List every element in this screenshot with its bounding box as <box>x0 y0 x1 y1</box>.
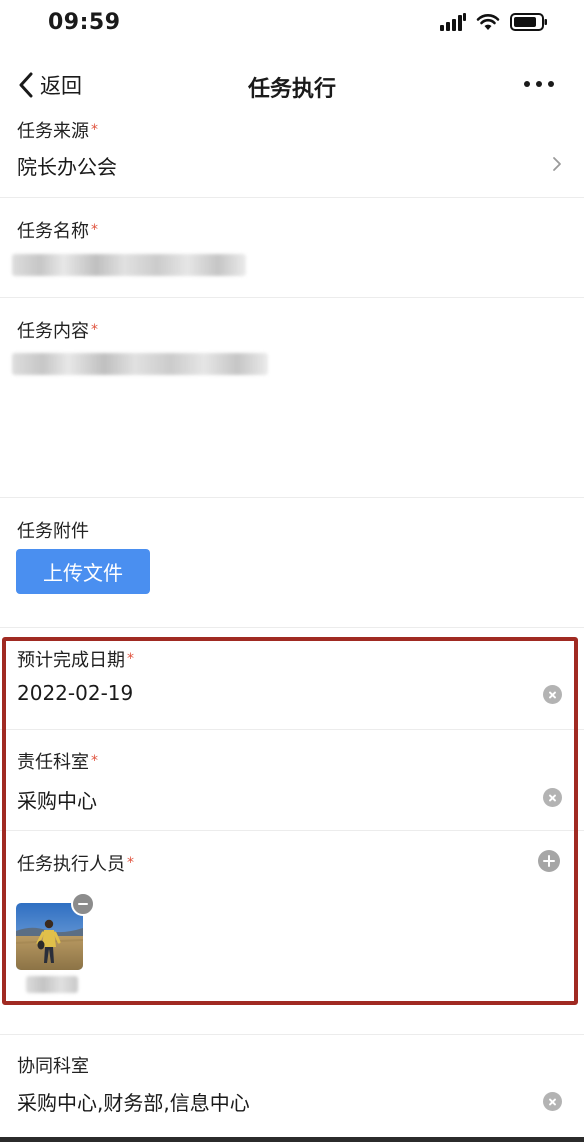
required-mark: * <box>91 753 98 769</box>
task-source-value: 院长办公会 <box>17 155 117 179</box>
field-task-name[interactable]: 任务名称 * <box>0 198 584 298</box>
wifi-icon <box>476 14 500 30</box>
responsible-department-value: 采购中心 <box>17 789 97 813</box>
task-executors-label: 任务执行人员 * <box>17 854 134 875</box>
avatar-photo <box>16 903 83 970</box>
required-mark: * <box>91 322 98 338</box>
required-mark: * <box>127 651 134 667</box>
task-source-label: 任务来源 * <box>17 121 98 142</box>
task-attachment-label: 任务附件 <box>17 521 89 542</box>
required-mark: * <box>91 122 98 138</box>
status-bar: 09:59 <box>0 0 584 48</box>
more-icon[interactable] <box>522 74 556 94</box>
executor-name-redacted <box>26 976 78 993</box>
signal-icon <box>440 13 466 31</box>
task-name-label: 任务名称 * <box>17 221 98 242</box>
clear-icon[interactable] <box>543 685 562 704</box>
responsible-department-label: 责任科室 * <box>17 752 98 773</box>
clear-icon[interactable] <box>543 1092 562 1111</box>
executor-avatar[interactable] <box>16 903 83 970</box>
task-name-value-redacted <box>12 254 246 276</box>
required-mark: * <box>91 222 98 238</box>
cooperating-departments-label: 协同科室 <box>17 1056 89 1077</box>
field-due-date[interactable]: 预计完成日期 * 2022-02-19 <box>0 641 584 730</box>
nav-bar: 返回 任务执行 <box>0 60 584 112</box>
upload-file-button[interactable]: 上传文件 <box>16 549 150 594</box>
field-cooperating-departments[interactable]: 协同科室 采购中心,财务部,信息中心 <box>0 1034 584 1137</box>
battery-icon <box>510 13 547 31</box>
cooperating-departments-value: 采购中心,财务部,信息中心 <box>17 1091 250 1115</box>
remove-executor-icon[interactable] <box>71 892 95 916</box>
add-executor-icon[interactable] <box>538 850 560 872</box>
clear-icon[interactable] <box>543 788 562 807</box>
task-content-value-redacted <box>12 353 268 375</box>
status-icons <box>440 13 548 31</box>
field-responsible-department[interactable]: 责任科室 * 采购中心 <box>0 730 584 831</box>
bottom-edge <box>0 1137 584 1142</box>
field-task-source[interactable]: 任务来源 * 院长办公会 <box>0 112 584 198</box>
chevron-right-icon <box>553 157 561 171</box>
required-mark: * <box>127 855 134 871</box>
page-title: 任务执行 <box>247 77 336 102</box>
status-time: 09:59 <box>48 10 121 35</box>
due-date-value: 2022-02-19 <box>17 681 134 705</box>
field-task-executors: 任务执行人员 * <box>0 831 584 1001</box>
field-task-content[interactable]: 任务内容 * <box>0 298 584 498</box>
due-date-label: 预计完成日期 * <box>17 650 134 671</box>
task-content-label: 任务内容 * <box>17 321 98 342</box>
